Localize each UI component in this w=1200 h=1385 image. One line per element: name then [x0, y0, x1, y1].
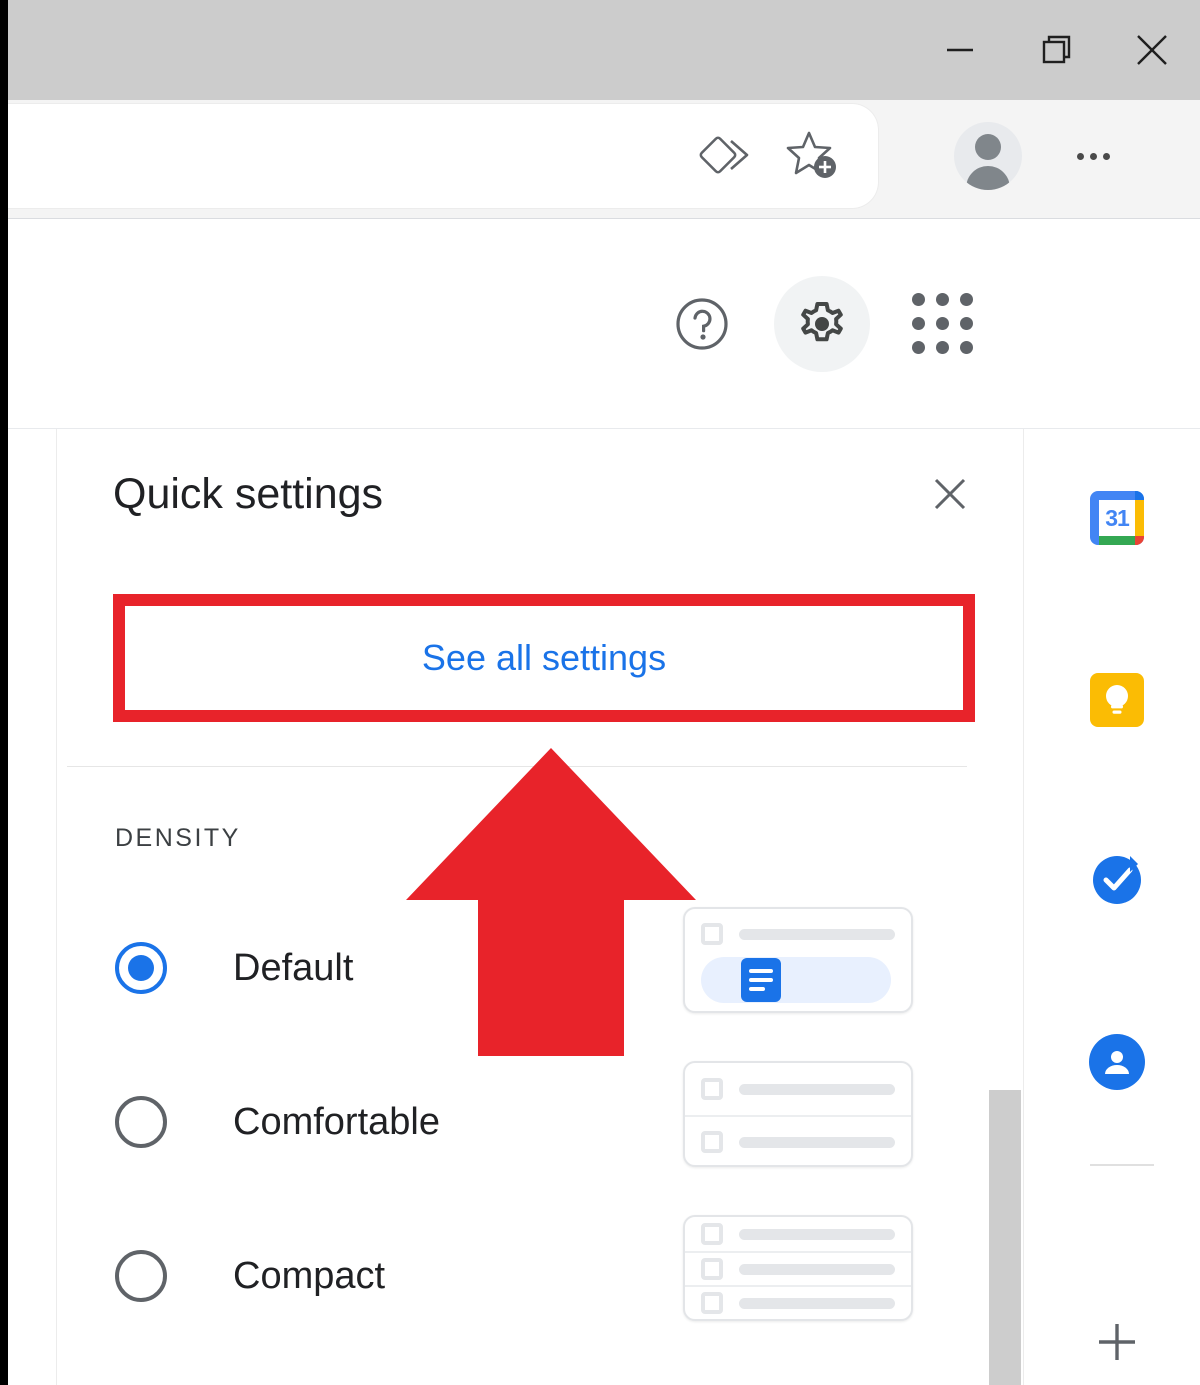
density-section-label: DENSITY — [115, 824, 241, 852]
radio-comfortable[interactable] — [115, 1096, 167, 1148]
split-screen-icon[interactable] — [688, 114, 772, 198]
close-icon[interactable] — [918, 462, 982, 526]
browser-more-menu[interactable] — [1058, 111, 1128, 201]
density-option-label: Comfortable — [233, 1100, 440, 1143]
see-all-settings-highlight: See all settings — [113, 594, 975, 722]
settings-gear-icon[interactable] — [774, 275, 870, 372]
gmail-body: Quick settings See all settings DENSITY … — [8, 429, 1200, 1385]
google-contacts-icon[interactable] — [1084, 1029, 1150, 1095]
google-keep-icon[interactable] — [1084, 667, 1150, 733]
quick-settings-scrollbar[interactable] — [982, 754, 1022, 1385]
page-title: Quick settings — [113, 469, 384, 518]
calendar-day-number: 31 — [1105, 504, 1130, 531]
close-icon[interactable] — [1104, 0, 1200, 100]
radio-default[interactable] — [115, 942, 167, 994]
browser-window: Quick settings See all settings DENSITY … — [8, 0, 1200, 1385]
left-gutter — [8, 429, 57, 1385]
add-favorite-star-icon[interactable] — [772, 114, 856, 198]
gmail-header-icons — [654, 275, 990, 372]
comfortable-density-preview — [683, 1061, 913, 1167]
gmail-header — [8, 219, 1200, 429]
add-ons-plus-icon[interactable] — [1084, 1309, 1150, 1375]
window-titlebar — [8, 0, 1200, 100]
default-density-preview — [683, 907, 913, 1013]
restore-icon[interactable] — [1008, 0, 1104, 100]
profile-avatar[interactable] — [940, 108, 1036, 204]
quick-settings-header: Quick settings — [57, 429, 1022, 559]
density-option-label: Default — [233, 946, 354, 989]
support-help-icon[interactable] — [654, 276, 750, 372]
quick-settings-panel: Quick settings See all settings DENSITY … — [57, 429, 1022, 1385]
compact-density-preview — [683, 1215, 913, 1321]
address-bar[interactable] — [8, 104, 878, 208]
browser-toolbar-right — [900, 104, 1200, 208]
scrollbar-thumb[interactable] — [989, 1090, 1021, 1385]
density-option-label: Compact — [233, 1254, 386, 1297]
see-all-settings-button[interactable]: See all settings — [125, 606, 963, 710]
google-apps-icon[interactable] — [894, 276, 990, 372]
google-calendar-icon[interactable]: 31 — [1084, 485, 1150, 551]
google-apps-side-rail: 31 — [1023, 429, 1200, 1385]
browser-toolbar — [8, 100, 1200, 219]
radio-compact[interactable] — [115, 1250, 167, 1302]
rail-divider — [1090, 1164, 1154, 1166]
divider — [67, 766, 967, 767]
minimize-icon[interactable] — [912, 0, 1008, 100]
google-tasks-icon[interactable] — [1084, 847, 1150, 913]
